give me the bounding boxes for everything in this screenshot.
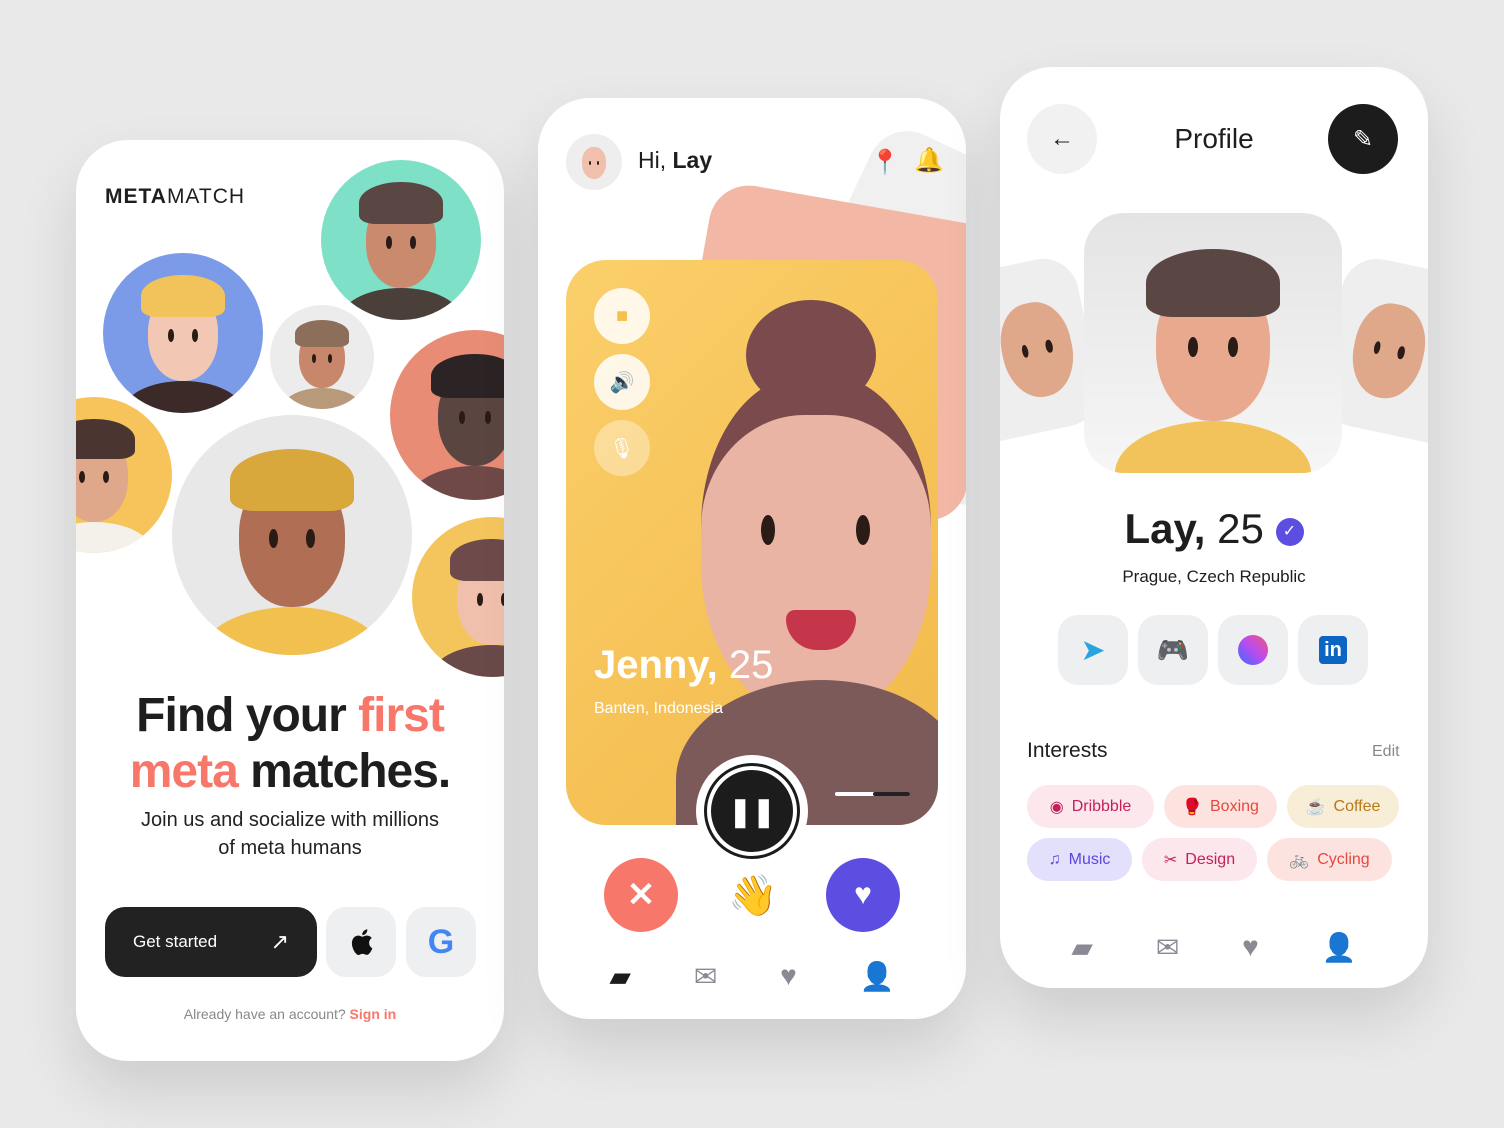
interest-chip[interactable]: ♫ Music [1027,838,1132,881]
person-icon[interactable]: 👤 [1322,931,1357,964]
signin-prompt: Already have an account? Sign in [183,1006,397,1022]
interest-label: Boxing [1210,797,1259,815]
discord-button[interactable]: 🎮 [1138,615,1208,685]
pause-button[interactable]: ❚❚ [704,763,800,859]
speaker-icon: 🔊 [609,371,635,394]
apple-signin-button[interactable] [326,907,396,977]
avatar [270,305,374,409]
boxing-glove-icon: 🥊 [1182,798,1202,816]
interest-chip[interactable]: ☕ Coffee [1287,785,1399,828]
video-call-screen: Hi, Lay 📍 🔔 ■ 🔊 🎙 Jenny, 25 Banten, Indo… [538,98,966,1019]
avatar [103,253,263,413]
person-icon[interactable]: 👤 [860,960,895,993]
telegram-button[interactable]: ➤ [1058,615,1128,685]
interest-label: Dribbble [1071,797,1132,815]
decline-button[interactable]: ✕ [604,858,678,932]
edit-interests-link[interactable]: Edit [1372,743,1400,761]
cards-icon[interactable]: ▰ [1071,931,1093,964]
pause-icon: ❚❚ [728,795,776,827]
mail-icon[interactable]: ✉ [694,960,717,993]
interest-label: Cycling [1317,850,1370,868]
profile-name: Lay, 25 ✓ [1000,505,1428,553]
video-card: ■ 🔊 🎙 Jenny, 25 Banten, Indonesia [566,260,938,825]
brand-logo: METAMATCH [105,185,246,208]
signin-link[interactable]: Sign in [350,1006,397,1022]
avatar [76,397,172,553]
verified-badge-icon: ✓ [1275,517,1304,546]
google-signin-button[interactable]: G [406,907,476,977]
arrow-up-right-icon: ↗ [270,929,289,954]
cards-icon[interactable]: ▰ [609,960,631,993]
video-camera-icon: ■ [615,304,629,327]
avatar [172,415,412,655]
design-icon: ✂ [1163,851,1178,869]
bottom-nav: ▰ ✉ ♥ 👤 [1000,931,1428,964]
close-icon: ✕ [626,876,656,914]
interest-chip[interactable]: 🚲 Cycling [1267,838,1392,881]
welcome-screen: METAMATCH Find your first meta matches. J… [76,140,504,1061]
bicycle-icon: 🚲 [1289,851,1310,869]
call-progress-bar [835,792,910,796]
profile-location: Prague, Czech Republic [1122,567,1306,586]
waving-hand-icon: 👋 [728,874,778,918]
like-button[interactable]: ♥ [826,858,900,932]
interest-label: Coffee [1333,797,1381,815]
heart-nav-icon[interactable]: ♥ [780,960,797,993]
location-pin-icon[interactable]: 📍 [870,148,900,177]
interest-label: Design [1185,850,1236,868]
profile-photo [1084,213,1342,473]
camera-toggle-button[interactable]: ■ [594,288,650,344]
discord-icon: 🎮 [1156,634,1190,665]
bottom-nav: ▰ ✉ ♥ 👤 [538,960,966,993]
interest-chip[interactable]: ✂ Design [1142,838,1257,881]
mail-icon[interactable]: ✉ [1156,931,1179,964]
avatar [390,330,504,500]
interests-heading: Interests [1027,739,1108,762]
avatar [321,160,481,320]
caller-location: Banten, Indonesia [594,700,723,717]
google-icon: G [427,922,455,961]
interest-chip[interactable]: ◉ Dribbble [1027,785,1154,828]
edit-profile-button[interactable]: ✎ [1328,104,1398,174]
interest-label: Music [1068,850,1111,868]
pencil-icon: ✎ [1352,125,1374,153]
music-icon: ♫ [1048,850,1061,868]
mic-off-icon: 🎙 [609,437,635,460]
interest-chip[interactable]: 🥊 Boxing [1164,785,1277,828]
get-started-label: Get started [133,932,218,951]
heart-icon: ♥ [854,878,872,911]
subtitle: Join us and socialize with millions of m… [141,809,439,859]
headline: Find your first meta matches. [129,689,452,798]
mute-mic-button[interactable]: 🎙 [594,420,650,476]
telegram-icon: ➤ [1080,633,1106,667]
get-started-button[interactable]: Get started ↗ [105,907,317,977]
heart-nav-icon[interactable]: ♥ [1242,931,1259,964]
profile-screen: ← Profile ✎ Lay, 25 ✓ Prague, Czech Repu… [1000,67,1428,988]
messenger-button[interactable] [1218,615,1288,685]
speaker-toggle-button[interactable]: 🔊 [594,354,650,410]
notification-bell-icon[interactable]: 🔔 [914,146,944,175]
linkedin-button[interactable]: in [1298,615,1368,685]
caller-video [676,300,938,825]
apple-icon [351,929,373,955]
linkedin-icon: in [1319,636,1347,664]
messenger-icon [1238,635,1268,665]
user-avatar[interactable] [566,134,622,190]
dribbble-icon: ◉ [1049,798,1064,816]
coffee-icon: ☕ [1305,798,1326,816]
avatar [412,517,504,677]
wave-button[interactable]: 👋 [728,872,778,919]
greeting: Hi, Lay [638,147,713,173]
caller-name: Jenny, 25 [594,643,774,687]
